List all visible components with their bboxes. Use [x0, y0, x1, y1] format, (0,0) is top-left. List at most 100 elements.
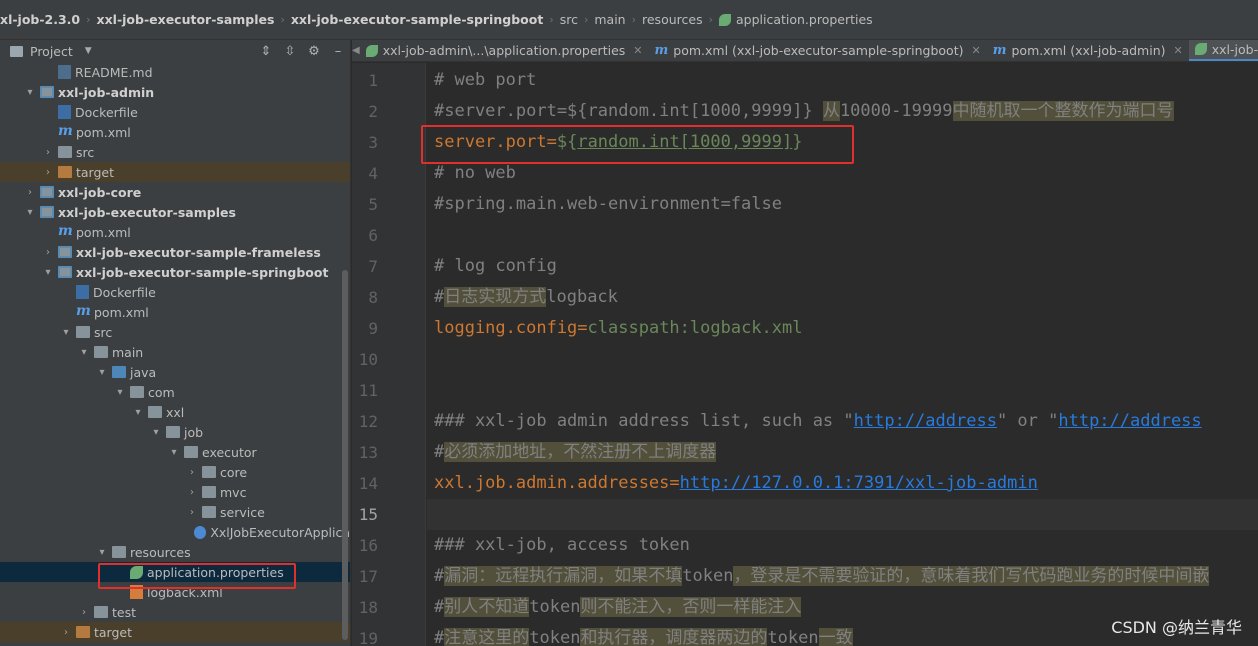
code-line[interactable]: #server.port=${random.int[1000,9999]} 从1… — [427, 96, 1258, 127]
chevron-down-icon[interactable]: ▾ — [42, 267, 54, 278]
breadcrumb-item[interactable]: xxl-job-executor-sample-springboot — [291, 0, 543, 39]
tree-item[interactable]: ▾ src — [0, 322, 350, 342]
chevron-right-icon[interactable]: › — [42, 247, 54, 258]
tree-item-label: service — [220, 504, 265, 520]
collapse-all-icon[interactable]: ⇳ — [278, 40, 302, 62]
chevron-down-icon[interactable]: ▾ — [78, 347, 90, 358]
properties-file-icon — [365, 44, 378, 57]
line-number: 19 — [358, 629, 378, 646]
tree-item[interactable]: ▾ job — [0, 422, 350, 442]
tree-item[interactable]: ▾ xxl — [0, 402, 350, 422]
breadcrumb-item[interactable]: resources — [642, 0, 703, 39]
annotation-highlight-box — [421, 125, 854, 164]
project-panel-header[interactable]: Project ▼ ⇕ ⇳ ⚙ – — [0, 40, 350, 62]
code-line[interactable] — [427, 375, 1258, 406]
tree-item[interactable]: › target — [0, 162, 350, 182]
chevron-right-icon[interactable]: › — [60, 627, 72, 638]
tree-scrollbar[interactable] — [342, 270, 348, 640]
code-line[interactable]: logging.config=classpath:logback.xml — [427, 313, 1258, 344]
code-line[interactable] — [427, 499, 1258, 530]
breadcrumb-item[interactable]: xl-job-2.3.0 — [0, 0, 80, 39]
tree-item[interactable]: › target — [0, 622, 350, 642]
chevron-down-icon[interactable]: ▾ — [96, 367, 108, 378]
tree-item[interactable]: › test — [0, 602, 350, 622]
editor-tab-active[interactable]: xxl-job-exec — [1188, 40, 1258, 61]
chevron-down-icon[interactable]: ▾ — [96, 547, 108, 558]
chevron-right-icon[interactable]: › — [42, 167, 54, 178]
breadcrumb-item[interactable]: main — [594, 0, 625, 39]
module-folder-icon — [40, 206, 54, 218]
code-line[interactable]: # log config — [427, 251, 1258, 282]
line-number: 15 — [358, 505, 378, 524]
code-line[interactable]: ### xxl-job admin address list, such as … — [427, 406, 1258, 437]
project-panel: Project ▼ ⇕ ⇳ ⚙ – README.md ▾ xxl-job-admi… — [0, 40, 351, 646]
code-line[interactable]: ### xxl-job, access token — [427, 530, 1258, 561]
tree-item[interactable]: › src — [0, 142, 350, 162]
chevron-right-icon[interactable]: › — [186, 487, 198, 498]
package-icon — [130, 386, 144, 398]
code-line[interactable] — [427, 220, 1258, 251]
package-icon — [202, 466, 216, 478]
tree-item[interactable]: ▾ java — [0, 362, 350, 382]
chevron-down-icon[interactable]: ▾ — [24, 207, 36, 218]
editor-tab[interactable]: m pom.xml (xxl-job-executor-sample-sprin… — [649, 40, 987, 61]
tree-item[interactable]: m pom.xml — [0, 302, 350, 322]
chevron-down-icon[interactable]: ▼ — [85, 46, 92, 56]
code-line[interactable]: #必须添加地址，不然注册不上调度器 — [427, 437, 1258, 468]
tab-label: pom.xml (xxl-job-admin) — [1011, 43, 1166, 58]
tree-item[interactable]: XxlJobExecutorApplica — [0, 522, 350, 542]
tree-item[interactable]: ▾ com — [0, 382, 350, 402]
close-icon[interactable]: ✕ — [633, 44, 642, 57]
code-line[interactable]: xxl.job.admin.addresses=http://127.0.0.1… — [427, 468, 1258, 499]
line-number: 18 — [358, 598, 378, 617]
code-line[interactable]: # web port — [427, 65, 1258, 96]
tab-scroll-left-icon[interactable]: ◀ — [352, 45, 360, 56]
chevron-down-icon[interactable]: ▾ — [114, 387, 126, 398]
chevron-down-icon[interactable]: ▾ — [132, 407, 144, 418]
chevron-down-icon[interactable]: ▾ — [168, 447, 180, 458]
editor-tab[interactable]: m pom.xml (xxl-job-admin) ✕ — [987, 40, 1189, 61]
hide-panel-icon[interactable]: – — [326, 40, 350, 62]
breadcrumb-item[interactable]: xxl-job-executor-samples — [97, 0, 275, 39]
editor-tab[interactable]: xxl-job-admin\...\application.properties… — [360, 40, 649, 61]
line-number: 12 — [358, 412, 378, 431]
expand-all-icon[interactable]: ⇕ — [254, 40, 278, 62]
tree-item[interactable]: ▾ xxl-job-executor-sample-springboot — [0, 262, 350, 282]
tree-item[interactable]: › xxl-job-executor-sample-frameless — [0, 242, 350, 262]
chevron-right-icon[interactable]: › — [42, 147, 54, 158]
chevron-right-icon[interactable]: › — [186, 467, 198, 478]
line-number-gutter[interactable]: 1 2 3 4 5 6 7 8 9 10 11 12 13 14 15 16 17 18 19 — [352, 63, 426, 646]
tree-item[interactable]: › xxl-job-core — [0, 182, 350, 202]
chevron-right-icon[interactable]: › — [24, 187, 36, 198]
code-line[interactable] — [427, 344, 1258, 375]
code-line[interactable]: #spring.main.web-environment=false — [427, 189, 1258, 220]
chevron-right-icon[interactable]: › — [78, 607, 90, 618]
tree-item[interactable]: ▾ xxl-job-executor-samples — [0, 202, 350, 222]
tree-item[interactable]: m pom.xml — [0, 222, 350, 242]
close-icon[interactable]: ✕ — [1174, 44, 1183, 57]
tree-item[interactable]: › mvc — [0, 482, 350, 502]
tree-item-label: src — [76, 144, 95, 160]
code-line[interactable]: #日志实现方式logback — [427, 282, 1258, 313]
watermark: CSDN @纳兰青华 — [1111, 618, 1242, 637]
chevron-down-icon[interactable]: ▾ — [150, 427, 162, 438]
breadcrumb-item[interactable]: src — [560, 0, 578, 39]
tree-item[interactable]: › core — [0, 462, 350, 482]
package-icon — [202, 506, 216, 518]
chevron-right-icon[interactable]: › — [186, 507, 198, 518]
tree-item[interactable]: Dockerfile — [0, 282, 350, 302]
chevron-down-icon[interactable]: ▾ — [24, 87, 36, 98]
tree-item[interactable]: README.md — [0, 62, 350, 82]
tree-item[interactable]: Dockerfile — [0, 102, 350, 122]
chevron-down-icon[interactable]: ▾ — [60, 327, 72, 338]
breadcrumb-item-current[interactable]: application.properties — [718, 0, 873, 39]
tree-item[interactable]: ▾ xxl-job-admin — [0, 82, 350, 102]
tree-item[interactable]: ▾ resources — [0, 542, 350, 562]
code-line[interactable]: #漏洞：远程执行漏洞，如果不填token，登录是不需要验证的，意味着我们写代码跑… — [427, 561, 1258, 592]
tree-item[interactable]: › service — [0, 502, 350, 522]
tree-item[interactable]: ▾ executor — [0, 442, 350, 462]
gear-icon[interactable]: ⚙ — [302, 40, 326, 62]
close-icon[interactable]: ✕ — [972, 44, 981, 57]
tree-item[interactable]: m pom.xml — [0, 122, 350, 142]
tree-item[interactable]: ▾ main — [0, 342, 350, 362]
